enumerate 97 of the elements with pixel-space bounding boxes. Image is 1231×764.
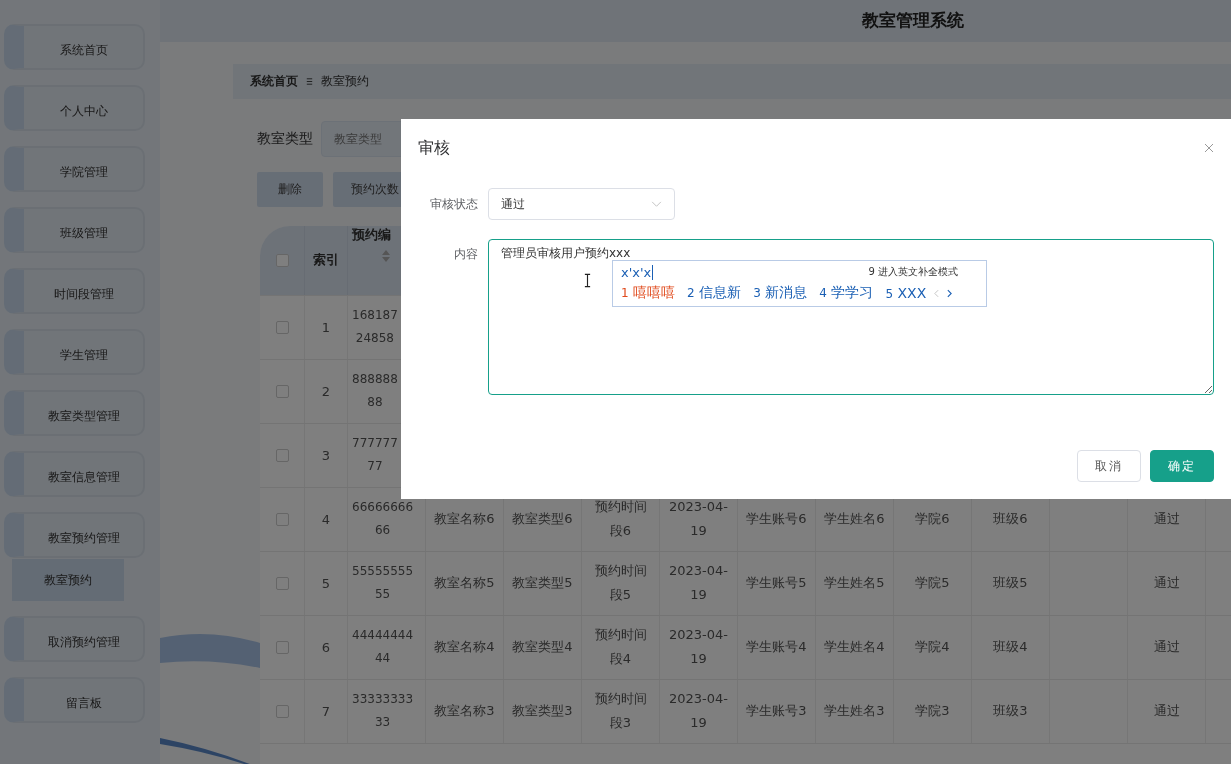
- menu-item[interactable]: 留言板: [4, 677, 145, 723]
- breadcrumb-link[interactable]: 教室预约: [321, 72, 369, 90]
- table-cell-text: 学生账号4: [746, 637, 807, 656]
- table-cell-text: 学生账号6: [746, 509, 807, 528]
- form-label: 审核状态: [429, 195, 479, 213]
- table-cell-text: 教室类型6: [512, 509, 573, 528]
- previous-page-icon[interactable]: [934, 288, 940, 298]
- checkbox[interactable]: [275, 448, 289, 462]
- table-cell: 3: [321, 447, 331, 463]
- caret-icon: [651, 200, 662, 208]
- table-cell: 4: [321, 511, 331, 527]
- table-cell-text: 教室类型3: [512, 701, 573, 720]
- ime-candidate[interactable]: 2 信息新: [687, 284, 742, 302]
- table-cell-text: 777777 77: [352, 435, 398, 476]
- table-cell-text: 班级3: [993, 701, 1028, 720]
- table-cell-text: 学院6: [915, 509, 950, 528]
- table-cell-text: 教室类型4: [512, 637, 573, 656]
- breadcrumb-link[interactable]: 系统首页: [250, 72, 298, 90]
- menu-item[interactable]: 教室类型管理: [4, 390, 145, 436]
- submenu-item[interactable]: 教室预约: [12, 559, 124, 601]
- table-cell-text: 33333333 33: [352, 691, 414, 732]
- table-cell-text: 学生账号5: [746, 573, 807, 592]
- table-cell: 2: [321, 383, 331, 399]
- table-cell-text: 班级4: [993, 637, 1028, 656]
- table-cell-text: 学院3: [915, 701, 950, 720]
- sort-icon[interactable]: [382, 249, 390, 262]
- table-cell-text: 教室名称4: [434, 637, 495, 656]
- checkbox[interactable]: [275, 512, 289, 526]
- table-cell-text: 通过: [1153, 637, 1180, 656]
- table-cell: 6: [321, 639, 331, 655]
- table-cell-text: 55555555 55: [352, 563, 414, 604]
- table-cell-text: 通过: [1153, 509, 1180, 528]
- ime-candidate[interactable]: 3 新消息: [753, 284, 808, 302]
- table-cell-text: 通过: [1153, 573, 1180, 592]
- menu-item[interactable]: 教室信息管理: [4, 451, 145, 497]
- toolbar-button[interactable]: 删除: [257, 171, 323, 207]
- ime-candidate[interactable]: 5 XXX: [885, 285, 927, 301]
- menu-item[interactable]: 学院管理: [4, 146, 145, 192]
- table-cell: 5: [321, 575, 331, 591]
- menu-item[interactable]: 学生管理: [4, 329, 145, 375]
- filter-label: 教室类型: [257, 129, 313, 148]
- table-cell-text: 66666666 66: [352, 499, 414, 540]
- table-cell-text: 预约时间段6: [593, 497, 648, 541]
- table-cell-text: 教室名称5: [434, 573, 495, 592]
- app-title: 教室管理系统: [862, 9, 964, 33]
- menu-item[interactable]: 时间段管理: [4, 268, 145, 314]
- table-cell-text: 班级6: [993, 509, 1028, 528]
- table-cell-text: 2023-04-19: [668, 497, 729, 541]
- ime-candidate[interactable]: 1 嘻嘻嘻: [621, 284, 676, 302]
- cancel-button[interactable]: 取消: [1077, 450, 1141, 482]
- table-cell-text: 学生姓名4: [824, 637, 885, 656]
- table-cell-text: 888888 88: [352, 371, 398, 412]
- table-cell-text: 教室名称6: [434, 509, 495, 528]
- table-cell-text: 学生姓名5: [824, 573, 885, 592]
- menu-item[interactable]: 教室预约管理: [4, 512, 145, 558]
- table-cell-text: 学生账号3: [746, 701, 807, 720]
- menu-item[interactable]: 取消预约管理: [4, 616, 145, 662]
- table-cell-text: 2023-04-19: [668, 689, 729, 733]
- table-cell-text: 预约时间段3: [593, 689, 648, 733]
- ime-composition: x'x'x: [621, 264, 654, 280]
- ime-candidate[interactable]: 4 学学习: [819, 284, 874, 302]
- ime-hint: 9 进入英文补全模式: [868, 265, 959, 279]
- checkbox[interactable]: [275, 704, 289, 718]
- checkbox[interactable]: [275, 384, 289, 398]
- column-header: 预约编: [352, 225, 391, 244]
- menu-item[interactable]: 个人中心: [4, 85, 145, 131]
- column-header: 索引: [313, 251, 339, 270]
- table-cell-text: 学生姓名6: [824, 509, 885, 528]
- table-cell-text: 2023-04-19: [668, 561, 729, 605]
- checkbox[interactable]: [275, 640, 289, 654]
- table-cell-text: 教室名称3: [434, 701, 495, 720]
- checkbox[interactable]: [275, 576, 289, 590]
- checkbox[interactable]: [275, 253, 289, 267]
- dialog-title: 审核: [418, 137, 450, 159]
- menu-item[interactable]: 系统首页: [4, 24, 145, 70]
- table-cell-text: 班级5: [993, 573, 1028, 592]
- table-cell: 7: [321, 703, 331, 719]
- table-cell-text: 学生姓名3: [824, 701, 885, 720]
- table-cell-text: 预约时间段5: [593, 561, 648, 605]
- table-cell-text: 预约时间段4: [593, 625, 648, 669]
- checkbox[interactable]: [275, 320, 289, 334]
- separator-icon: [305, 76, 314, 86]
- table-cell-text: 通过: [1153, 701, 1180, 720]
- table-cell-text: 教室类型5: [512, 573, 573, 592]
- confirm-button[interactable]: 确定: [1150, 450, 1214, 482]
- table-cell-text: 学院4: [915, 637, 950, 656]
- close-icon[interactable]: [1204, 143, 1214, 153]
- table-cell: 1: [321, 319, 331, 335]
- table-cell-text: 2023-04-19: [668, 625, 729, 669]
- form-label: 内容: [453, 246, 479, 263]
- status-select[interactable]: 通过: [488, 188, 675, 220]
- text-cursor-icon: [584, 273, 591, 288]
- menu-item[interactable]: 班级管理: [4, 207, 145, 253]
- next-page-icon[interactable]: [947, 288, 953, 298]
- table-cell-text: 学院5: [915, 573, 950, 592]
- table-cell-text: 44444444 44: [352, 627, 414, 668]
- table-cell-text: 168187 24858: [352, 307, 398, 348]
